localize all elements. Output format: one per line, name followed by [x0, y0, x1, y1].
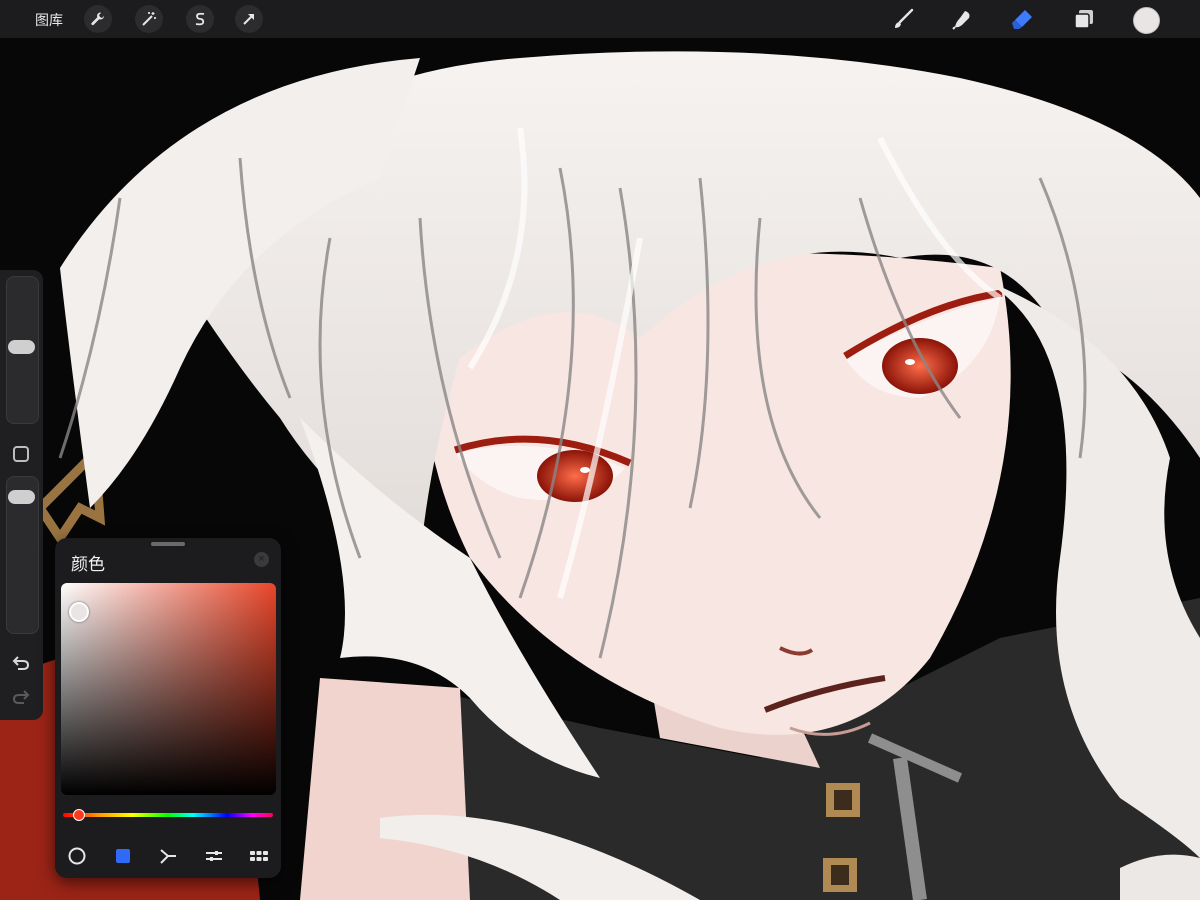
- panel-drag-handle[interactable]: [151, 542, 185, 546]
- color-panel: 颜色 ×: [55, 538, 281, 878]
- brush-size-slider[interactable]: [6, 276, 39, 424]
- selection-icon[interactable]: [186, 5, 214, 33]
- left-sidebar: [0, 270, 43, 720]
- undo-icon[interactable]: [10, 652, 32, 674]
- brush-size-thumb[interactable]: [8, 340, 35, 354]
- current-color-button[interactable]: [1133, 7, 1160, 34]
- layers-icon[interactable]: [1070, 5, 1098, 33]
- opacity-slider[interactable]: [6, 476, 39, 634]
- redo-icon[interactable]: [10, 686, 32, 708]
- close-icon[interactable]: ×: [254, 552, 269, 567]
- top-toolbar: 图库: [0, 0, 1200, 38]
- harmony-icon[interactable]: [156, 844, 180, 868]
- hue-slider[interactable]: [63, 813, 273, 817]
- opacity-thumb[interactable]: [8, 490, 35, 504]
- palettes-icon[interactable]: [247, 844, 271, 868]
- hue-slider-thumb[interactable]: [73, 809, 85, 821]
- saturation-brightness-square[interactable]: [61, 583, 276, 795]
- brush-icon[interactable]: [889, 5, 917, 33]
- magic-wand-icon[interactable]: [135, 5, 163, 33]
- eraser-icon[interactable]: [1008, 5, 1036, 33]
- wrench-icon[interactable]: [84, 5, 112, 33]
- color-picker-handle[interactable]: [69, 602, 89, 622]
- gallery-button[interactable]: 图库: [35, 10, 63, 30]
- color-panel-title: 颜色: [71, 555, 105, 574]
- disc-icon[interactable]: [65, 844, 89, 868]
- classic-icon[interactable]: [111, 844, 135, 868]
- smudge-icon[interactable]: [948, 5, 976, 33]
- transform-arrow-icon[interactable]: [235, 5, 263, 33]
- modify-square-icon[interactable]: [13, 446, 29, 462]
- value-icon[interactable]: [202, 844, 226, 868]
